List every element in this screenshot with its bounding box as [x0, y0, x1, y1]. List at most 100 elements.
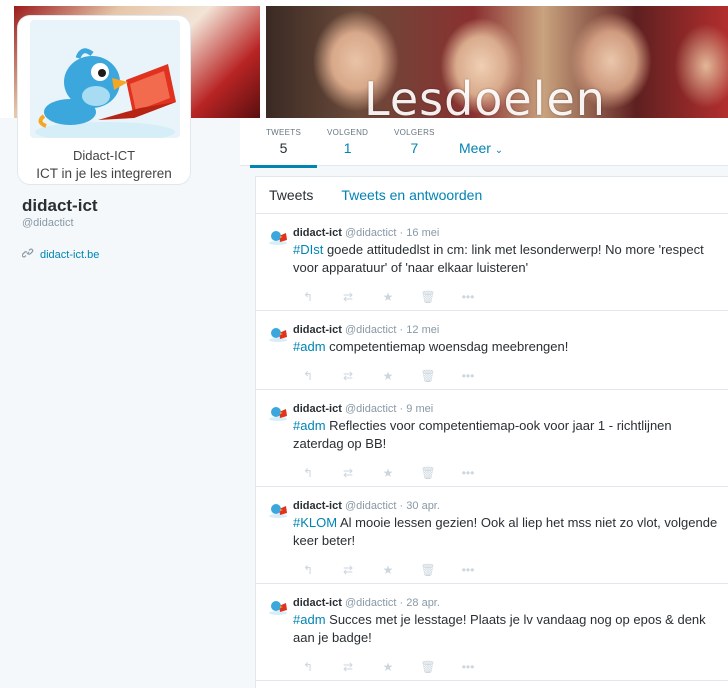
- tweet-author-name[interactable]: didact-ict: [293, 324, 342, 336]
- tweet-body: competentiemap woensdag meebrengen!: [325, 339, 569, 354]
- retweet-icon[interactable]: ⇄: [333, 563, 363, 583]
- timeline: Tweets Tweets en antwoorden didact-ict @…: [255, 176, 728, 688]
- tweet-date[interactable]: 16 mei: [406, 227, 439, 239]
- reply-icon[interactable]: ↰: [293, 466, 323, 486]
- trash-icon[interactable]: 🗑: [413, 660, 443, 680]
- trash-icon[interactable]: 🗑: [413, 290, 443, 310]
- tweet[interactable]: didact-ict @didactict · 16 mei #DIst goed…: [256, 214, 728, 311]
- tweet[interactable]: didact-ict @didactict · 30 apr. #KLOM Al …: [256, 487, 728, 584]
- favorite-icon[interactable]: ★: [373, 563, 403, 583]
- favorite-icon[interactable]: ★: [373, 369, 403, 389]
- profile-nav: TWEETS 5 VOLGEND 1 VOLGERS 7 Meer ⌄: [240, 118, 728, 168]
- more-icon[interactable]: •••: [453, 369, 483, 389]
- stat-value: 7: [410, 140, 419, 156]
- tweet-author-name[interactable]: didact-ict: [293, 403, 342, 415]
- profile-handle[interactable]: @didactict: [22, 217, 232, 229]
- tweet-avatar[interactable]: [268, 227, 288, 245]
- tweet[interactable]: didact-ict @didactict · 9 mei #adm Reflec…: [256, 390, 728, 487]
- stat-tweets[interactable]: TWEETS 5: [249, 128, 318, 168]
- tweet-body: Succes met je lesstage! Plaats je lv van…: [293, 612, 706, 645]
- tweet-actions: ↰ ⇄ ★ 🗑 •••: [293, 660, 718, 680]
- more-icon[interactable]: •••: [453, 466, 483, 486]
- tweet-header: didact-ict @didactict · 12 mei: [293, 324, 440, 336]
- trash-icon[interactable]: 🗑: [413, 563, 443, 583]
- tweet[interactable]: didact-ict @didactict · 28 apr. #adm Succ…: [256, 584, 728, 681]
- tweet-hashtag[interactable]: #KLOM: [293, 515, 337, 530]
- tweet-hashtag[interactable]: #adm: [293, 339, 326, 354]
- more-icon[interactable]: •••: [453, 290, 483, 310]
- tweet-hashtag[interactable]: #DIst: [293, 242, 323, 257]
- tweet-body: Reflecties voor competentiemap-ook voor …: [293, 418, 672, 451]
- stat-label: VOLGEND: [327, 128, 369, 137]
- trash-icon[interactable]: 🗑: [413, 369, 443, 389]
- more-menu-button[interactable]: Meer ⌄: [459, 140, 503, 156]
- retweet-icon[interactable]: ⇄: [333, 466, 363, 486]
- reply-icon[interactable]: ↰: [293, 660, 323, 680]
- tweet-text: #KLOM Al mooie lessen gezien! Ook al lie…: [293, 514, 718, 550]
- tab-tweets-and-replies[interactable]: Tweets en antwoorden: [341, 187, 482, 203]
- tweet-author-name[interactable]: didact-ict: [293, 500, 342, 512]
- tweet-list: didact-ict @didactict · 16 mei #DIst goed…: [256, 214, 728, 681]
- tweet-date[interactable]: 28 apr.: [406, 597, 440, 609]
- tweet-hashtag[interactable]: #adm: [293, 418, 326, 433]
- tweet-avatar[interactable]: [268, 403, 288, 421]
- tweet-avatar[interactable]: [268, 500, 288, 518]
- stat-followers[interactable]: VOLGERS 7: [394, 128, 435, 156]
- stat-following[interactable]: VOLGEND 1: [327, 128, 368, 156]
- bird-laptop-illustration: [30, 20, 180, 138]
- tweet-author-name[interactable]: didact-ict: [293, 227, 342, 239]
- tweet-actions: ↰ ⇄ ★ 🗑 •••: [293, 369, 718, 389]
- link-icon: [21, 247, 34, 262]
- favorite-icon[interactable]: ★: [373, 466, 403, 486]
- reply-icon[interactable]: ↰: [293, 369, 323, 389]
- favorite-icon[interactable]: ★: [373, 660, 403, 680]
- tweet-avatar[interactable]: [268, 597, 288, 615]
- website-link[interactable]: didact-ict.be: [40, 249, 99, 261]
- tweet-header: didact-ict @didactict · 16 mei: [293, 227, 440, 239]
- tweet-actions: ↰ ⇄ ★ 🗑 •••: [293, 290, 718, 310]
- tweet-actions: ↰ ⇄ ★ 🗑 •••: [293, 466, 718, 486]
- banner-photo-right: Lesdoelen: [266, 6, 728, 118]
- more-icon[interactable]: •••: [453, 563, 483, 583]
- retweet-icon[interactable]: ⇄: [333, 660, 363, 680]
- profile-name[interactable]: didact-ict: [22, 196, 232, 216]
- tweet-header: didact-ict @didactict · 28 apr.: [293, 597, 440, 609]
- tweet-author-name[interactable]: didact-ict: [293, 597, 342, 609]
- tweet-header: didact-ict @didactict · 9 mei: [293, 403, 434, 415]
- more-icon[interactable]: •••: [453, 660, 483, 680]
- tweet-author-handle[interactable]: @didactict: [345, 500, 397, 512]
- tweet-header: didact-ict @didactict · 30 apr.: [293, 500, 440, 512]
- stat-value: 1: [343, 140, 352, 156]
- tweet-author-handle[interactable]: @didactict: [345, 597, 397, 609]
- reply-icon[interactable]: ↰: [293, 563, 323, 583]
- tweet-avatar[interactable]: [268, 324, 288, 342]
- reply-icon[interactable]: ↰: [293, 290, 323, 310]
- tweet-author-handle[interactable]: @didactict: [345, 403, 397, 415]
- profile-avatar[interactable]: Didact-ICT ICT in je les integreren: [18, 16, 190, 184]
- avatar-tagline: ICT in je les integreren: [36, 166, 172, 181]
- favorite-icon[interactable]: ★: [373, 290, 403, 310]
- tweet-date[interactable]: 12 mei: [406, 324, 439, 336]
- avatar-name: Didact-ICT: [72, 148, 136, 163]
- retweet-icon[interactable]: ⇄: [333, 369, 363, 389]
- tweet-text: #adm competentiemap woensdag meebrengen!: [293, 338, 718, 356]
- retweet-icon[interactable]: ⇄: [333, 290, 363, 310]
- banner-title: Lesdoelen: [364, 72, 606, 118]
- stat-label: TWEETS: [266, 128, 302, 137]
- tweet-author-handle[interactable]: @didactict: [345, 324, 397, 336]
- stat-value: 5: [279, 140, 288, 156]
- tweet-body: Al mooie lessen gezien! Ook al liep het …: [293, 515, 718, 548]
- tweet-hashtag[interactable]: #adm: [293, 612, 326, 627]
- tweet-author-handle[interactable]: @didactict: [345, 227, 397, 239]
- more-menu-label: Meer: [459, 140, 491, 156]
- tweet-text: #DIst goede attitudedlst in cm: link met…: [293, 241, 718, 277]
- tweet[interactable]: didact-ict @didactict · 12 mei #adm compe…: [256, 311, 728, 390]
- tweet-date[interactable]: 30 apr.: [406, 500, 440, 512]
- tab-tweets[interactable]: Tweets: [269, 187, 313, 203]
- trash-icon[interactable]: 🗑: [413, 466, 443, 486]
- profile-website[interactable]: didact-ict.be: [21, 247, 232, 262]
- stat-label: VOLGERS: [394, 128, 435, 137]
- tweet-date[interactable]: 9 mei: [406, 403, 433, 415]
- tweet-body: goede attitudedlst in cm: link met leson…: [293, 242, 704, 275]
- tweet-text: #adm Reflecties voor competentiemap-ook …: [293, 417, 718, 453]
